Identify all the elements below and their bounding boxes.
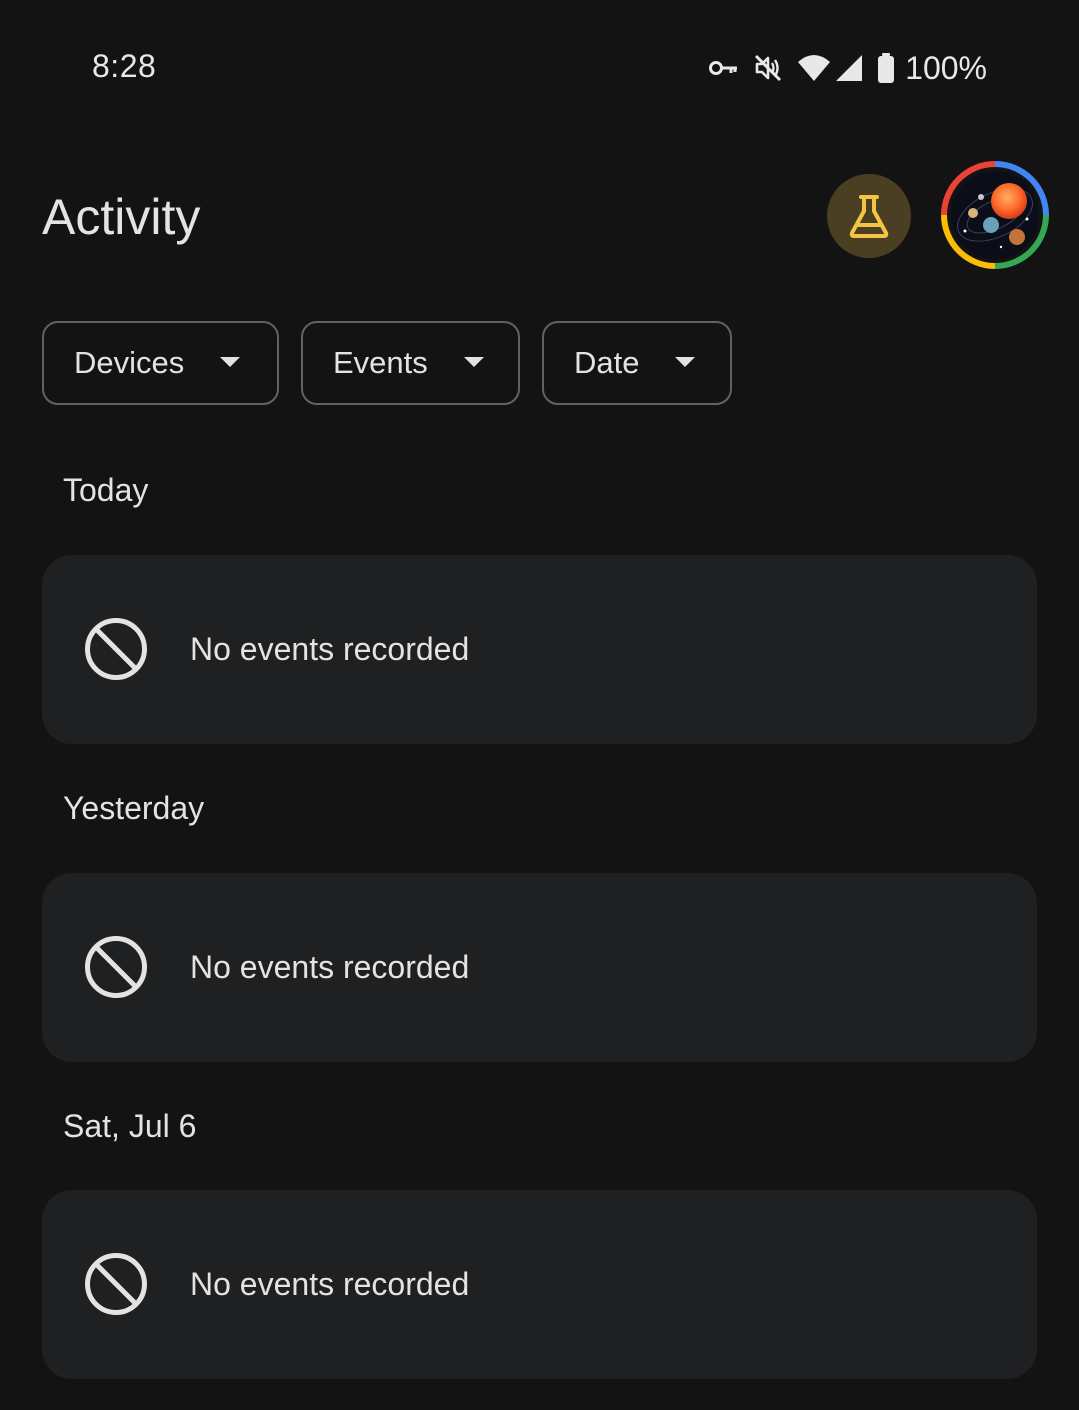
section-label-sat-jul-6: Sat, Jul 6 (63, 1108, 197, 1144)
labs-button[interactable] (827, 174, 911, 258)
events-filter-chip[interactable]: Events (301, 321, 520, 405)
cell-signal-icon (836, 55, 863, 81)
battery-percent: 100% (905, 49, 987, 86)
chip-label: Devices (74, 345, 185, 380)
avatar[interactable] (941, 161, 1049, 269)
date-filter-chip[interactable]: Date (542, 321, 732, 405)
block-icon (85, 936, 147, 998)
flask-icon (849, 195, 889, 238)
event-card-today: No events recorded (42, 555, 1037, 744)
no-events-text: No events recorded (190, 1266, 470, 1302)
status-icons: 100% (709, 48, 987, 88)
vpn-key-icon (709, 61, 738, 75)
block-icon (85, 618, 147, 680)
no-events-text: No events recorded (190, 949, 470, 985)
avatar-image (947, 167, 1043, 263)
no-events-text: No events recorded (190, 631, 470, 667)
page-title: Activity (42, 189, 201, 245)
event-card-sat-jul-6: No events recorded (42, 1190, 1037, 1379)
dropdown-arrow-icon (463, 357, 484, 367)
devices-filter-chip[interactable]: Devices (42, 321, 279, 405)
section-label-yesterday: Yesterday (63, 790, 205, 826)
battery-icon (878, 53, 895, 83)
filter-chips: Devices Events Date (42, 321, 732, 405)
event-card-yesterday: No events recorded (42, 873, 1037, 1062)
dropdown-arrow-icon (675, 357, 696, 367)
status-bar: 8:28 100% (0, 0, 1079, 136)
planets-image (951, 171, 1039, 259)
block-icon (85, 1253, 147, 1315)
status-time: 8:28 (92, 48, 157, 84)
chip-label: Events (333, 345, 428, 380)
section-label-today: Today (63, 472, 149, 508)
chip-label: Date (574, 345, 640, 380)
sound-off-icon (755, 54, 782, 82)
app-header: Activity (0, 150, 1079, 290)
wifi-icon (798, 55, 831, 81)
dropdown-arrow-icon (220, 357, 241, 367)
